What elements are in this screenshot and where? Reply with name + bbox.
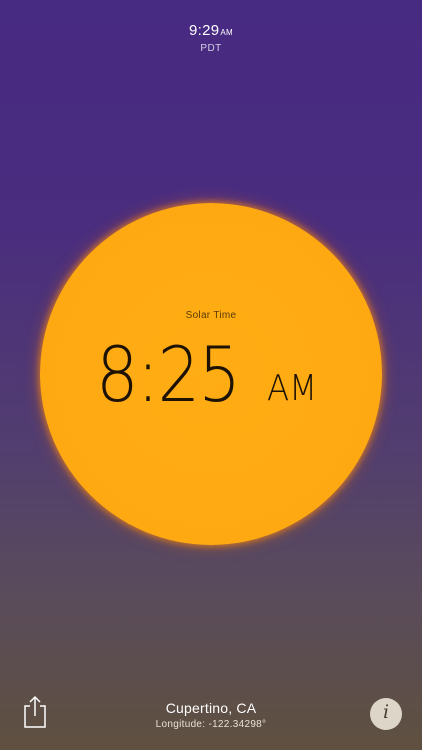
- timezone-label: PDT: [200, 43, 222, 54]
- clock-header: 9:29AM PDT: [0, 22, 422, 54]
- solar-time-display: 8:25 AM: [96, 335, 336, 415]
- info-icon: i: [382, 701, 390, 723]
- local-time-value: 9:29: [188, 22, 220, 39]
- solar-time-ampm: AM: [267, 368, 318, 409]
- location-footer: Cupertino, CA Longitude: -122.34298°: [0, 700, 422, 730]
- info-button[interactable]: i: [370, 698, 402, 730]
- local-time-ampm: AM: [220, 28, 233, 37]
- city-label: Cupertino, CA: [165, 700, 257, 716]
- local-time: 9:29AM: [0, 22, 422, 41]
- solar-time-label: Solar Time: [185, 310, 237, 321]
- longitude-label: Longitude: -122.34298°: [155, 719, 267, 730]
- solar-time-value: 8:25: [96, 330, 241, 419]
